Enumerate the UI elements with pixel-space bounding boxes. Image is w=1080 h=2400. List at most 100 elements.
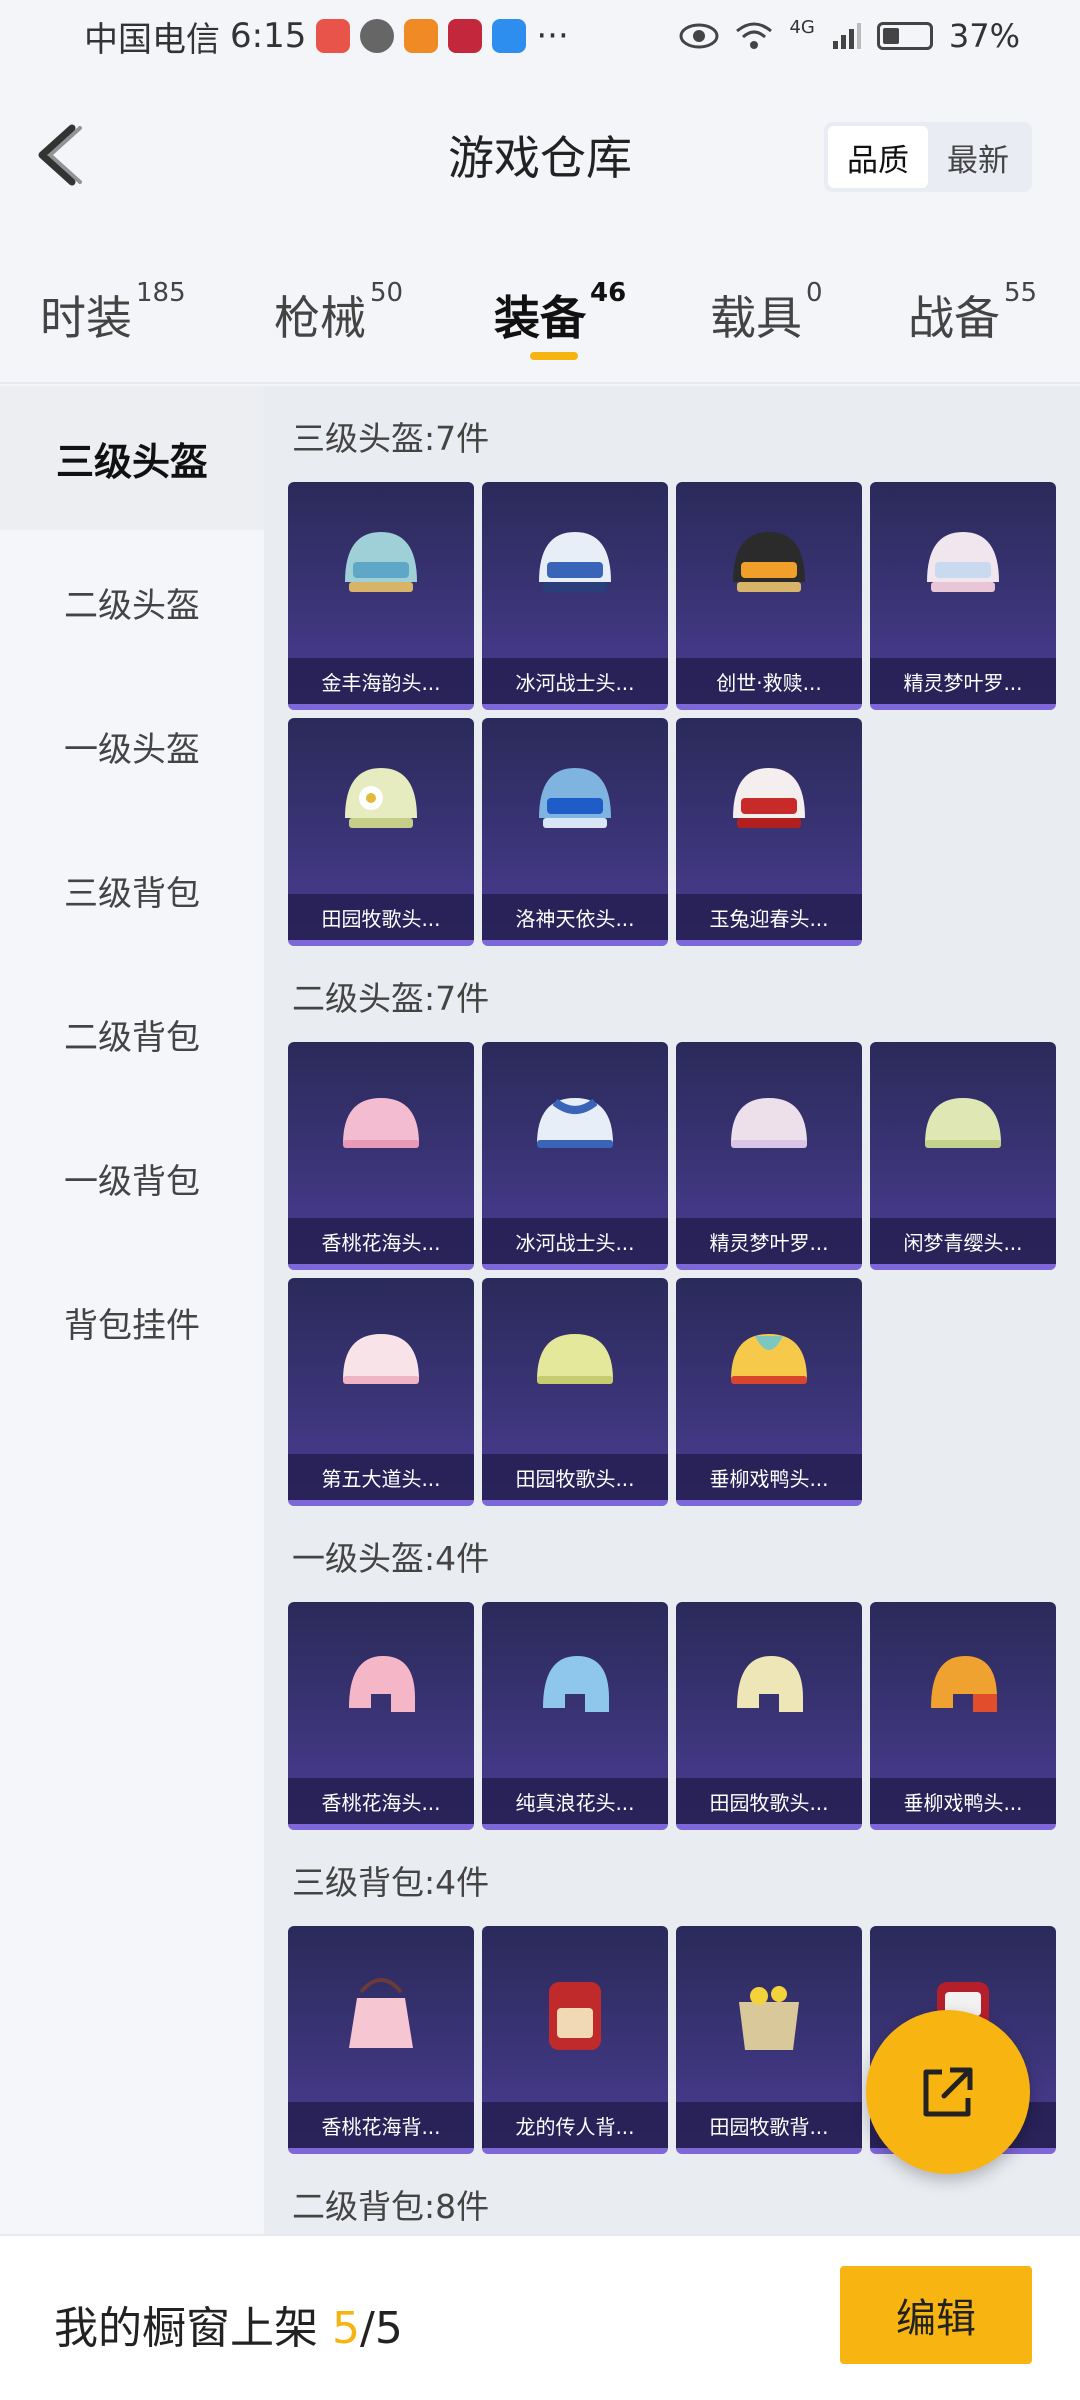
game-app-icon	[404, 19, 439, 53]
helmet-icon	[733, 768, 805, 828]
item-card[interactable]: 香桃花海头...	[288, 1042, 474, 1270]
status-right: 4G 37%	[679, 17, 1020, 55]
item-name: 创世·救赎...	[676, 658, 862, 704]
battery-percent: 37%	[948, 17, 1020, 55]
item-name: 冰河战士头...	[482, 658, 668, 704]
sidebar-item-level1-backpack[interactable]: 一级背包	[0, 1106, 264, 1250]
share-external-icon	[923, 2067, 973, 2117]
tab-label: 战备	[908, 291, 1000, 345]
item-name: 洛神天依头...	[482, 894, 668, 940]
item-card[interactable]: 冰河战士头...	[482, 1042, 668, 1270]
item-name: 香桃花海背...	[288, 2102, 474, 2148]
item-name: 精灵梦叶罗...	[676, 1218, 862, 1264]
item-card[interactable]: 闲梦青缨头...	[870, 1042, 1056, 1270]
carrier-label: 中国电信	[84, 19, 220, 60]
tab-weapons[interactable]: 枪械 50	[274, 278, 403, 348]
section-title: 二级头盔:7件	[292, 979, 490, 1018]
tab-label: 枪械	[274, 291, 366, 345]
item-card[interactable]: 创世·救赎...	[676, 482, 862, 710]
sidebar-item-level3-backpack[interactable]: 三级背包	[0, 818, 264, 962]
item-card[interactable]: 香桃花海背...	[288, 1926, 474, 2154]
tab-label: 装备	[494, 291, 586, 345]
tab-outfits[interactable]: 时装 185	[40, 278, 186, 348]
sidebar-item-level3-helmet[interactable]: 三级头盔	[0, 386, 264, 530]
helmet-icon	[925, 1098, 1001, 1148]
item-card[interactable]: 精灵梦叶罗...	[870, 482, 1056, 710]
backpack-icon	[739, 1986, 799, 2050]
item-name: 纯真浪花头...	[482, 1778, 668, 1824]
helmet-icon	[537, 1098, 613, 1148]
share-button[interactable]	[866, 2010, 1030, 2174]
game-app-icon-2	[448, 19, 483, 53]
item-card[interactable]: 田园牧歌头...	[482, 1278, 668, 1506]
item-card[interactable]: 田园牧歌头...	[676, 1602, 862, 1830]
section-title: 三级头盔:7件	[292, 419, 490, 458]
tab-count: 55	[1004, 278, 1038, 308]
status-left: 中国电信 6:15 ···	[84, 12, 569, 61]
item-name: 香桃花海头...	[288, 1218, 474, 1264]
sort-toggle: 品质 最新	[824, 122, 1032, 192]
section-title: 三级背包:4件	[292, 1863, 490, 1902]
helmet-icon	[737, 1656, 803, 1712]
item-card[interactable]: 龙的传人背...	[482, 1926, 668, 2154]
helmet-icon	[537, 1334, 613, 1384]
helmet-icon	[731, 1334, 807, 1384]
more-notifications: ···	[536, 16, 569, 56]
helmet-icon	[543, 1656, 609, 1712]
item-card[interactable]: 垂柳戏鸭头...	[870, 1602, 1056, 1830]
item-card[interactable]: 垂柳戏鸭头...	[676, 1278, 862, 1506]
weather-app-icon	[492, 19, 527, 53]
signal-icon	[832, 23, 861, 49]
tab-count: 185	[136, 278, 186, 308]
battery-icon	[876, 22, 933, 50]
tab-count: 50	[370, 278, 404, 308]
item-card[interactable]: 精灵梦叶罗...	[676, 1042, 862, 1270]
item-name: 金丰海韵头...	[288, 658, 474, 704]
helmet-icon	[349, 1656, 415, 1712]
helmet-icon	[731, 1098, 807, 1148]
item-card[interactable]: 香桃花海头...	[288, 1602, 474, 1830]
item-name: 田园牧歌头...	[676, 1778, 862, 1824]
helmet-icon	[345, 532, 417, 592]
tab-equipment[interactable]: 装备 46	[494, 278, 626, 348]
sidebar-item-backpack-charm[interactable]: 背包挂件	[0, 1250, 264, 1394]
sidebar-item-level2-helmet[interactable]: 二级头盔	[0, 530, 264, 674]
sidebar-item-level1-helmet[interactable]: 一级头盔	[0, 674, 264, 818]
item-name: 田园牧歌头...	[288, 894, 474, 940]
item-name: 第五大道头...	[288, 1454, 474, 1500]
section-title: 一级头盔:4件	[292, 1539, 490, 1578]
app-notification-icon	[316, 19, 351, 53]
item-name: 垂柳戏鸭头...	[676, 1454, 862, 1500]
status-bar: 中国电信 6:15 ··· 4G 37%	[0, 0, 1080, 72]
helmet-icon	[343, 1098, 419, 1148]
helmet-icon	[345, 768, 417, 828]
item-name: 田园牧歌背...	[676, 2102, 862, 2148]
sidebar-item-level2-backpack[interactable]: 二级背包	[0, 962, 264, 1106]
tab-count: 46	[590, 278, 627, 308]
item-card[interactable]: 纯真浪花头...	[482, 1602, 668, 1830]
item-card[interactable]: 冰河战士头...	[482, 482, 668, 710]
sort-newest-button[interactable]: 最新	[928, 126, 1028, 188]
item-card[interactable]: 金丰海韵头...	[288, 482, 474, 710]
bottom-bar: 我的橱窗上架 5/5 编辑	[0, 2234, 1080, 2400]
item-list[interactable]: 三级头盔:7件 金丰海韵头... 冰河战士头... 创世·救赎... 精灵梦叶罗…	[264, 386, 1080, 2234]
tab-vehicles[interactable]: 载具 0	[710, 278, 823, 348]
edit-button[interactable]: 编辑	[840, 2266, 1032, 2364]
tab-count: 0	[806, 278, 823, 308]
item-card[interactable]: 田园牧歌背...	[676, 1926, 862, 2154]
item-card[interactable]: 第五大道头...	[288, 1278, 474, 1506]
sort-quality-button[interactable]: 品质	[828, 126, 928, 188]
item-grid: 金丰海韵头... 冰河战士头... 创世·救赎... 精灵梦叶罗... 田园牧歌…	[264, 482, 1080, 946]
showcase-total: /5	[360, 2303, 403, 2354]
helmet-icon	[343, 1334, 419, 1384]
item-card[interactable]: 玉兔迎春头...	[676, 718, 862, 946]
item-card[interactable]: 田园牧歌头...	[288, 718, 474, 946]
helmet-icon	[539, 768, 611, 828]
helmet-icon	[733, 532, 805, 592]
showcase-count: 5	[332, 2303, 360, 2354]
item-name: 精灵梦叶罗...	[870, 658, 1056, 704]
tab-supplies[interactable]: 战备 55	[908, 278, 1037, 348]
backpack-icon	[549, 1982, 601, 2050]
item-card[interactable]: 洛神天依头...	[482, 718, 668, 946]
network-type: 4G	[789, 17, 815, 38]
